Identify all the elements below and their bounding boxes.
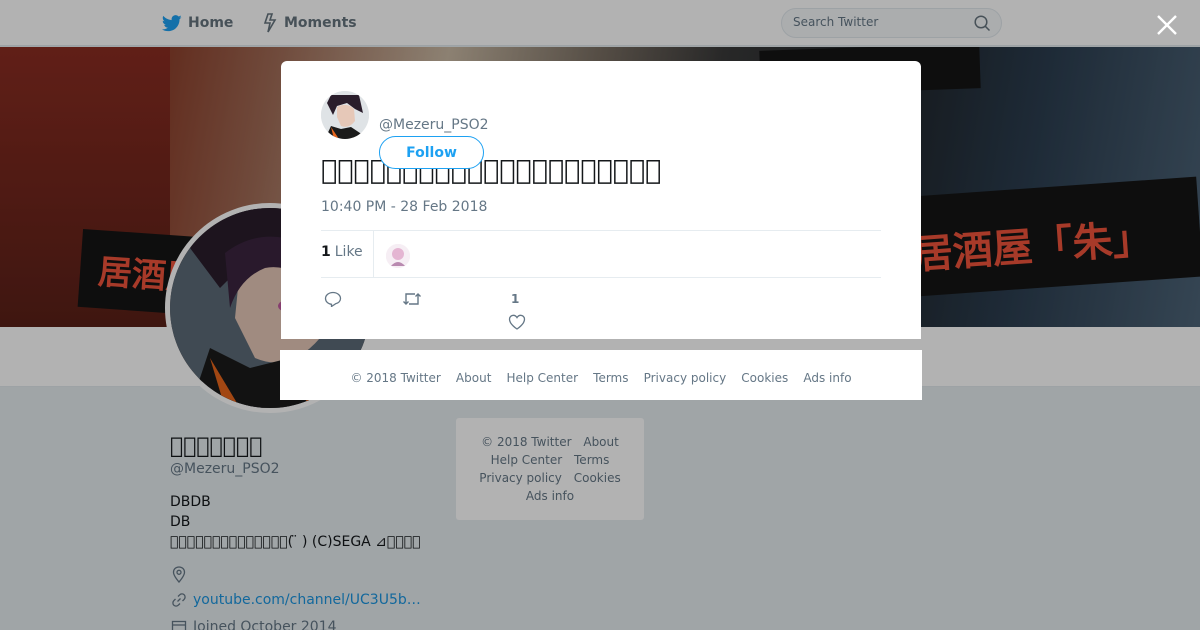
likes-count: 1 bbox=[321, 244, 331, 260]
like-action-count: 1 bbox=[511, 292, 520, 306]
stats-divider bbox=[373, 231, 374, 277]
tweet-stats: 1 Like bbox=[321, 230, 881, 278]
tweet-modal: @Mezeru_PSO2                       Follo… bbox=[281, 61, 921, 339]
footer-ads-link[interactable]: Ads info bbox=[803, 371, 851, 385]
heart-icon bbox=[508, 314, 526, 330]
modal-footer: © 2018 Twitter About Help Center Terms P… bbox=[280, 350, 922, 400]
author-avatar-image bbox=[321, 91, 369, 139]
follow-button[interactable]: Follow bbox=[379, 136, 484, 169]
tweet-author-avatar[interactable] bbox=[321, 91, 369, 139]
reply-button[interactable] bbox=[324, 291, 342, 311]
tweet-actions: 1 bbox=[321, 289, 881, 335]
like-button[interactable] bbox=[508, 314, 526, 334]
footer-cookies-link[interactable]: Cookies bbox=[741, 371, 788, 385]
reply-icon bbox=[324, 291, 342, 308]
footer-terms-link[interactable]: Terms bbox=[593, 371, 628, 385]
close-modal-button[interactable] bbox=[1154, 12, 1180, 38]
liker-avatar-image bbox=[386, 244, 410, 268]
footer-help-link[interactable]: Help Center bbox=[507, 371, 579, 385]
retweet-button[interactable] bbox=[402, 291, 422, 311]
close-icon bbox=[1157, 15, 1177, 35]
tweet-timestamp[interactable]: 10:40 PM - 28 Feb 2018 bbox=[321, 199, 487, 215]
tweet-author-handle[interactable]: @Mezeru_PSO2 bbox=[379, 117, 489, 133]
footer-privacy-link[interactable]: Privacy policy bbox=[644, 371, 727, 385]
tweet-text:                       bbox=[321, 155, 662, 186]
likes-stat[interactable]: 1 Like bbox=[321, 244, 363, 260]
retweet-icon bbox=[403, 293, 421, 305]
footer-copyright: © 2018 Twitter bbox=[350, 371, 441, 385]
liker-avatar[interactable] bbox=[386, 244, 410, 268]
likes-label: Like bbox=[334, 244, 363, 260]
footer-about-link[interactable]: About bbox=[456, 371, 491, 385]
